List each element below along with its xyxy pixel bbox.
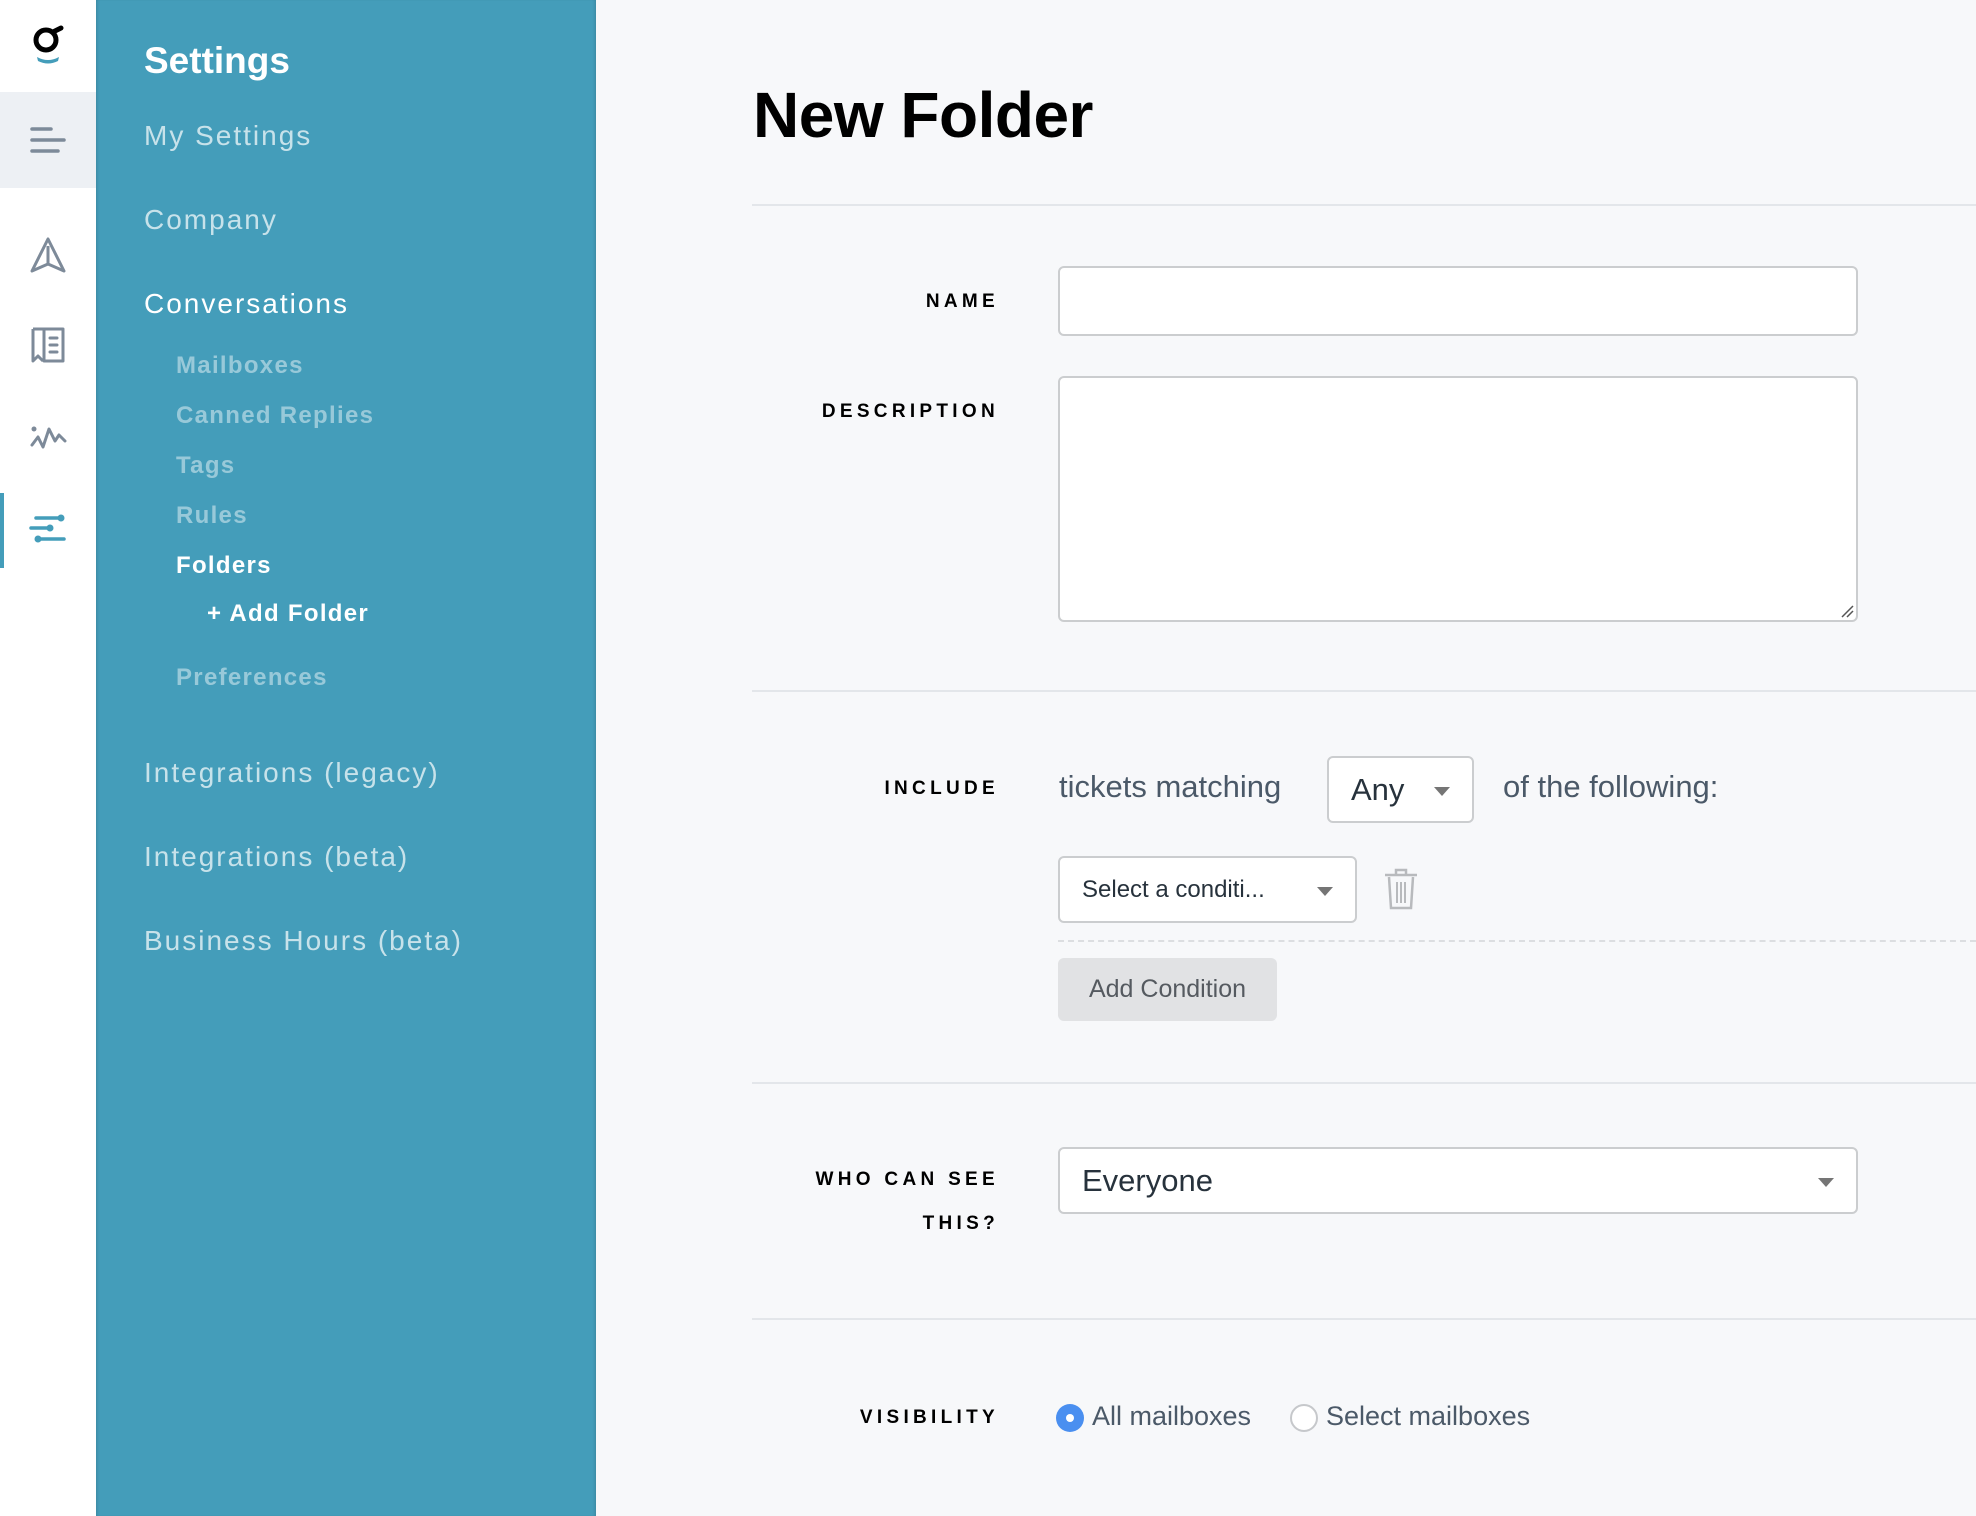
sidebar-item-add-folder[interactable]: + Add Folder <box>207 600 369 628</box>
who-can-see-value: Everyone <box>1082 1162 1213 1198</box>
condition-separator <box>1058 940 1976 942</box>
sidebar-item-rules[interactable]: Rules <box>176 502 248 530</box>
chevron-down-icon <box>1434 787 1450 796</box>
app-logo[interactable] <box>0 0 96 92</box>
radio-all-mailboxes-label[interactable]: All mailboxes <box>1092 1401 1251 1432</box>
name-input[interactable] <box>1058 266 1858 336</box>
rail-item-settings[interactable] <box>0 493 96 565</box>
add-condition-button[interactable]: Add Condition <box>1058 958 1277 1021</box>
rail-item-activity[interactable] <box>0 401 96 473</box>
who-can-see-select[interactable]: Everyone <box>1058 1147 1858 1214</box>
section-divider <box>752 1318 1976 1320</box>
trash-icon[interactable] <box>1381 867 1421 911</box>
match-type-select[interactable]: Any <box>1327 756 1474 823</box>
send-icon <box>30 237 66 273</box>
description-textarea[interactable] <box>1058 376 1858 622</box>
sidebar-item-company[interactable]: Company <box>144 204 278 236</box>
include-prefix-text: tickets matching <box>1059 769 1282 804</box>
name-label: NAME <box>925 291 999 312</box>
page-title: New Folder <box>753 79 1093 151</box>
sidebar-item-tags[interactable]: Tags <box>176 452 235 480</box>
sidebar-item-business-hours-beta[interactable]: Business Hours (beta) <box>144 925 463 957</box>
settings-sliders-icon <box>29 514 66 543</box>
radio-select-mailboxes-label[interactable]: Select mailboxes <box>1326 1401 1530 1432</box>
section-divider <box>752 690 1976 692</box>
include-suffix-text: of the following: <box>1503 769 1719 804</box>
visibility-label: VISIBILITY <box>859 1407 999 1428</box>
menu-toggle-button[interactable] <box>0 92 96 188</box>
condition-select-value: Select a conditi... <box>1082 875 1265 903</box>
chevron-down-icon <box>1818 1178 1834 1187</box>
condition-select[interactable]: Select a conditi... <box>1058 856 1357 923</box>
who-can-see-label-line2: THIS? <box>922 1213 999 1234</box>
sidebar-item-integrations-beta[interactable]: Integrations (beta) <box>144 841 409 873</box>
sidebar-title: Settings <box>144 40 290 81</box>
sidebar-item-my-settings[interactable]: My Settings <box>144 120 312 152</box>
logo-icon <box>33 25 64 64</box>
sidebar-item-preferences[interactable]: Preferences <box>176 664 328 692</box>
chevron-down-icon <box>1317 887 1333 896</box>
who-can-see-label-line1: WHO CAN SEE <box>815 1169 999 1190</box>
knowledge-base-icon <box>31 327 65 363</box>
main-content: New Folder NAME DESCRIPTION INCLUDE tick… <box>596 0 1976 1516</box>
app-rail <box>0 0 96 1516</box>
resize-handle-icon[interactable] <box>1840 604 1854 618</box>
rail-item-send[interactable] <box>0 219 96 291</box>
activity-icon <box>30 426 67 449</box>
sidebar-item-integrations-legacy[interactable]: Integrations (legacy) <box>144 757 440 789</box>
match-type-value: Any <box>1351 771 1405 807</box>
radio-select-mailboxes[interactable] <box>1290 1404 1318 1432</box>
who-can-see-label: WHO CAN SEE THIS? <box>816 1158 999 1246</box>
include-label: INCLUDE <box>884 778 999 799</box>
sidebar-item-mailboxes[interactable]: Mailboxes <box>176 352 304 380</box>
sidebar-item-conversations[interactable]: Conversations <box>144 288 349 320</box>
rail-item-knowledge-base[interactable] <box>0 309 96 381</box>
sidebar-item-canned-replies[interactable]: Canned Replies <box>176 402 374 430</box>
section-divider <box>752 1082 1976 1084</box>
section-divider <box>752 204 1976 206</box>
radio-all-mailboxes[interactable] <box>1056 1404 1084 1432</box>
sidebar-item-folders[interactable]: Folders <box>176 552 272 580</box>
settings-sidebar: Settings My Settings Company Conversatio… <box>96 0 596 1516</box>
menu-icon <box>30 127 66 153</box>
description-label: DESCRIPTION <box>821 401 999 422</box>
